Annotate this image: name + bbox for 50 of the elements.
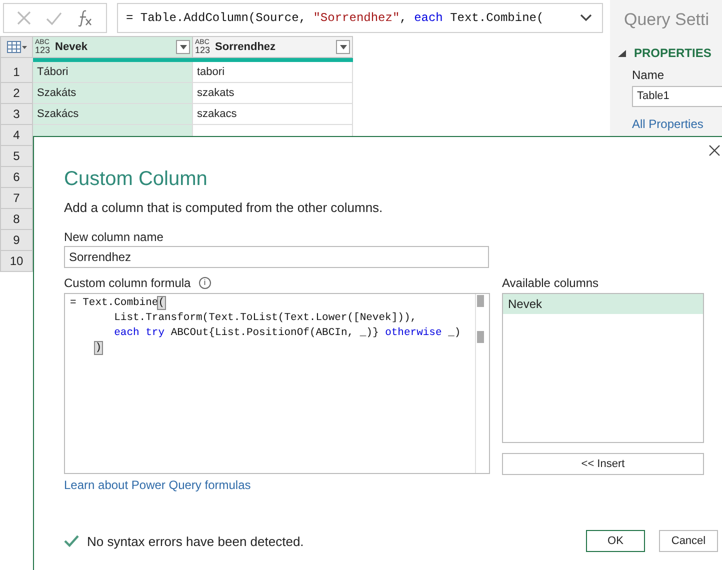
close-icon[interactable] bbox=[709, 145, 720, 156]
column-name: Sorrendhez bbox=[215, 41, 277, 53]
row-number: 9 bbox=[0, 230, 33, 251]
function-icon[interactable] bbox=[76, 9, 93, 27]
field-label: Custom column formula bbox=[64, 276, 191, 290]
dialog-title: Custom Column bbox=[64, 168, 208, 191]
chevron-down-icon[interactable] bbox=[580, 14, 592, 22]
row-number: 5 bbox=[0, 146, 33, 167]
caret-down-icon bbox=[340, 44, 346, 50]
status-message: No syntax errors have been detected. bbox=[87, 534, 304, 548]
table-cell: Szakács bbox=[33, 104, 193, 125]
table-cell: szakats bbox=[193, 83, 353, 104]
check-icon[interactable] bbox=[46, 12, 62, 24]
row-number: 7 bbox=[0, 188, 33, 209]
table-icon bbox=[6, 41, 26, 53]
table-menu-button[interactable] bbox=[0, 36, 33, 58]
collapse-triangle-icon[interactable] bbox=[618, 50, 626, 56]
row-number: 2 bbox=[0, 83, 33, 104]
insert-button[interactable]: << Insert bbox=[502, 453, 704, 475]
field-label: New column name bbox=[64, 230, 164, 244]
cancel-button[interactable]: Cancel bbox=[659, 530, 718, 552]
table-cell: Tábori bbox=[33, 62, 193, 83]
learn-link[interactable]: Learn about Power Query formulas bbox=[64, 478, 490, 492]
row-number: 3 bbox=[0, 104, 33, 125]
info-icon[interactable]: i bbox=[198, 276, 211, 288]
row-number: 8 bbox=[0, 209, 33, 230]
table-cell: szakacs bbox=[193, 104, 353, 125]
all-properties-link[interactable]: All Properties bbox=[632, 117, 722, 131]
formula-field[interactable]: = Table.AddColumn(Source, "Sorrendhez", each Text.Combine( bbox=[117, 3, 603, 33]
caret-down-icon bbox=[180, 44, 186, 50]
dialog-description: Add a column that is computed from the other columns. bbox=[64, 200, 384, 215]
name-field[interactable]: Table1 bbox=[632, 86, 722, 107]
table-cell: Szakáts bbox=[33, 83, 193, 104]
column-name: Nevek bbox=[55, 41, 88, 53]
table-cell: tabori bbox=[193, 62, 353, 83]
filter-dropdown-button[interactable] bbox=[336, 40, 350, 54]
ok-button[interactable]: OK bbox=[586, 530, 645, 552]
filter-dropdown-button[interactable] bbox=[176, 40, 190, 54]
field-label: Available columns bbox=[502, 276, 598, 290]
row-number: 6 bbox=[0, 167, 33, 188]
row-number: 1 bbox=[0, 62, 33, 83]
row-number: 10 bbox=[0, 251, 33, 272]
row-number: 4 bbox=[0, 125, 33, 146]
field-label: Name bbox=[632, 68, 666, 82]
panel-title: Query Setti bbox=[624, 10, 710, 30]
section-heading: PROPERTIES bbox=[634, 46, 712, 60]
column-name-field[interactable]: Sorrendhez bbox=[64, 246, 489, 268]
check-icon bbox=[64, 535, 79, 547]
column-list-item[interactable]: Nevek bbox=[503, 294, 703, 314]
formula-editor[interactable]: = Text.Combine( List.Transform(Text.ToList(Text.Lower([Nevek])), each try ABCOut{List.PositionOf(ABCIn, _)} otherwise _) ) bbox=[64, 293, 490, 474]
